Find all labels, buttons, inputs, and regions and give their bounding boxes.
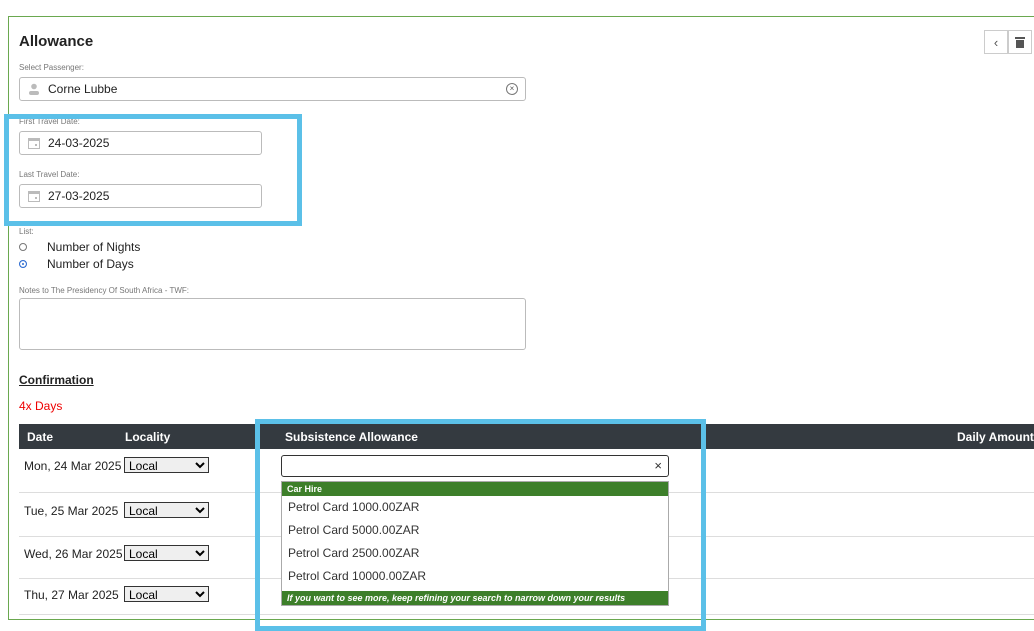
days-count: 4x Days bbox=[19, 399, 63, 413]
passenger-select[interactable]: Corne Lubbe × bbox=[19, 77, 526, 101]
passenger-label: Select Passenger: bbox=[19, 63, 84, 72]
row-date: Tue, 25 Mar 2025 bbox=[24, 504, 119, 518]
locality-select[interactable]: Local bbox=[124, 502, 209, 518]
notes-textarea[interactable] bbox=[19, 298, 526, 350]
trash-icon[interactable] bbox=[1008, 30, 1032, 54]
header-date: Date bbox=[27, 430, 54, 444]
list-label: List: bbox=[19, 227, 34, 236]
person-icon bbox=[28, 83, 40, 95]
row-date: Wed, 26 Mar 2025 bbox=[24, 547, 123, 561]
passenger-value: Corne Lubbe bbox=[48, 82, 118, 96]
locality-select[interactable]: Local bbox=[124, 457, 209, 473]
header-daily-amount: Daily Amount bbox=[957, 430, 1034, 444]
row-date: Thu, 27 Mar 2025 bbox=[24, 588, 119, 602]
radio-days[interactable]: Number of Days bbox=[19, 257, 134, 271]
row-date: Mon, 24 Mar 2025 bbox=[24, 459, 122, 473]
top-actions: ‹ bbox=[984, 30, 1032, 54]
radio-nights-label: Number of Nights bbox=[47, 240, 141, 254]
locality-select[interactable]: Local bbox=[124, 545, 209, 561]
header-locality: Locality bbox=[125, 430, 171, 444]
radio-selected-icon bbox=[19, 260, 27, 268]
notes-label: Notes to The Presidency Of South Africa … bbox=[19, 286, 189, 295]
chevron-left-icon[interactable]: ‹ bbox=[984, 30, 1008, 54]
radio-icon bbox=[19, 243, 27, 251]
page-title: Allowance bbox=[19, 33, 94, 50]
confirmation-heading: Confirmation bbox=[19, 373, 94, 387]
radio-nights[interactable]: Number of Nights bbox=[19, 240, 140, 254]
radio-days-label: Number of Days bbox=[47, 257, 134, 271]
clear-icon[interactable]: × bbox=[506, 83, 518, 95]
highlight-box-dates bbox=[4, 114, 302, 226]
highlight-box-subsistence bbox=[255, 419, 706, 631]
locality-select[interactable]: Local bbox=[124, 586, 209, 602]
